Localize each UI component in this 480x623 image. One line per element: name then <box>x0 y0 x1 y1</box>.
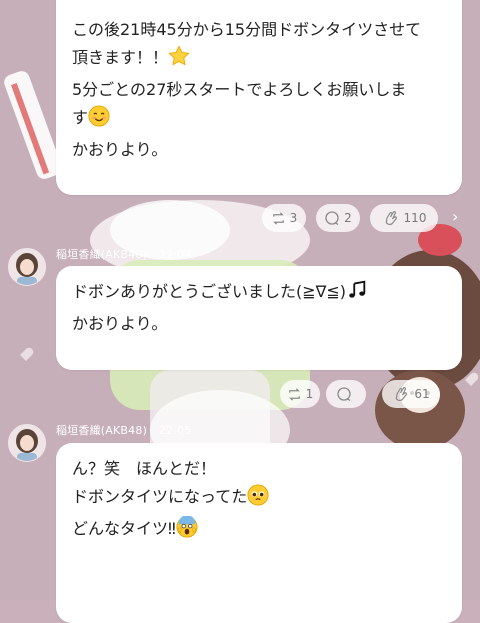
message-line-text: ドボンありがとうございました(≧∇≦) <box>72 282 347 301</box>
avatar[interactable] <box>8 248 46 286</box>
repost-button[interactable]: 1 <box>280 380 320 408</box>
pleading-face-emoji <box>247 484 269 515</box>
message-line-text: ドボンタイツになってた <box>72 487 248 506</box>
clap-count: 110 <box>403 211 427 225</box>
clap-icon <box>385 211 397 226</box>
repost-count: 1 <box>305 387 314 401</box>
clap-button[interactable]: 61 <box>382 380 440 408</box>
message-header: 稲垣香織(AKB48) 22:04 <box>56 246 199 262</box>
message-line-text: す <box>72 108 89 127</box>
message-line-text: どんなタイツ‼ <box>72 519 176 538</box>
author-name[interactable]: 稲垣香織(AKB48) <box>56 424 147 437</box>
message-line-with-emoji: どんなタイツ‼ <box>72 515 446 547</box>
repost-icon <box>288 387 300 401</box>
message-line: この後21時45分から15分間ドボンタイツさせて <box>72 20 422 39</box>
star-emoji <box>168 45 190 76</box>
message-bubble: ん？笑 ほんとだ！ ドボンタイツになってた どんなタイツ‼ <box>56 443 462 623</box>
repost-button[interactable]: 3 <box>262 204 306 232</box>
message-signature: かおりより。 <box>72 314 168 333</box>
message-line: ん？笑 ほんとだ！ <box>72 459 217 478</box>
message-bubble: ドボンありがとうございました(≧∇≦) かおりより。 <box>56 266 462 370</box>
clap-count: 61 <box>414 387 430 401</box>
avatar[interactable] <box>8 424 46 462</box>
comment-button[interactable] <box>326 380 366 408</box>
message-line-text: 頂きます！！ <box>72 48 169 67</box>
smiling-face-emoji <box>88 105 110 136</box>
chevron-right-icon[interactable]: › <box>452 207 458 226</box>
comment-count: 2 <box>344 211 352 225</box>
comment-icon <box>325 211 339 226</box>
repost-count: 3 <box>289 211 298 225</box>
clap-icon <box>396 387 408 402</box>
message-line-with-emoji: ドボンありがとうございました(≧∇≦) <box>72 278 446 310</box>
avatar-photo <box>9 249 45 285</box>
avatar-photo <box>9 425 45 461</box>
message-line-with-emoji: ドボンタイツになってた <box>72 483 446 515</box>
repost-icon <box>272 211 284 225</box>
message-signature: かおりより。 <box>72 140 168 159</box>
timestamp: 22:05 <box>158 424 192 437</box>
message-line-with-emoji: 頂きます！！ <box>72 44 446 76</box>
comment-icon <box>337 387 351 402</box>
author-name[interactable]: 稲垣香織(AKB48) <box>56 248 147 261</box>
clap-button[interactable]: 110 <box>370 204 438 232</box>
timestamp: 22:04 <box>158 248 192 261</box>
message-bubble: この後21時45分から15分間ドボンタイツさせて 頂きます！！ 5分ごとの27秒… <box>56 0 462 195</box>
screaming-face-emoji <box>176 515 198 547</box>
message-line-with-emoji: す <box>72 104 446 136</box>
comment-button[interactable]: 2 <box>316 204 360 232</box>
music-note-emoji <box>346 279 368 310</box>
message-line: 5分ごとの27秒スタートでよろしくお願いしま <box>72 80 407 99</box>
message-header: 稲垣香織(AKB48) 22:05 <box>56 422 199 438</box>
